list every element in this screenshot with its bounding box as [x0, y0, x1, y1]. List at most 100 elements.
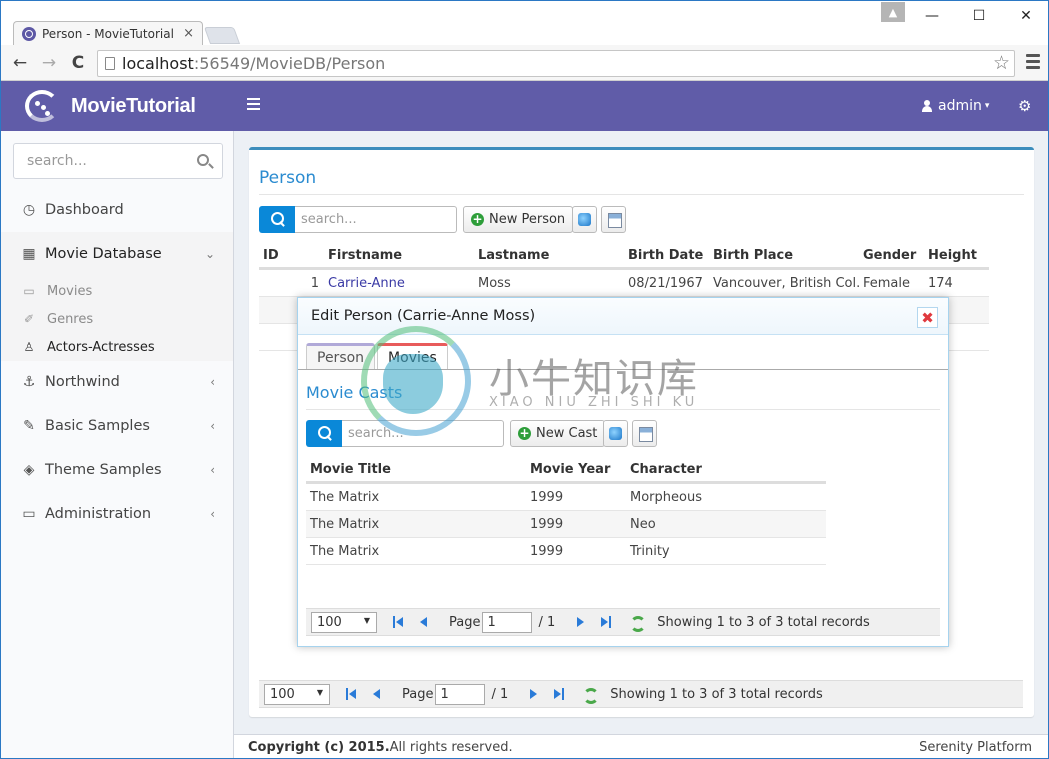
search-button[interactable] — [306, 420, 342, 447]
pin-icon: ✐ — [23, 312, 35, 326]
next-page-icon[interactable] — [575, 616, 587, 628]
dialog-header[interactable]: Edit Person (Carrie-Anne Moss) ✖ — [298, 298, 948, 335]
caret-down-icon: ▾ — [984, 101, 990, 111]
bookmark-star-icon[interactable]: ☆ — [993, 52, 1010, 74]
first-page-icon[interactable] — [346, 688, 358, 700]
cell-gender: Female — [863, 275, 911, 291]
column-header-id[interactable]: ID — [259, 248, 324, 263]
cast-search-input[interactable]: search... — [342, 420, 504, 447]
sidebar-search-input[interactable]: search... — [13, 143, 223, 179]
new-tab-button[interactable] — [203, 27, 241, 44]
refresh-button[interactable] — [572, 206, 597, 233]
table-row[interactable]: The Matrix 1999 Neo — [306, 511, 826, 538]
close-window-button[interactable]: ✕ — [1003, 1, 1048, 31]
last-page-icon[interactable] — [599, 616, 612, 628]
minimize-button[interactable]: — — [909, 1, 955, 31]
reload-button[interactable]: C — [67, 52, 89, 74]
address-bar[interactable]: localhost:56549/MovieDB/Person ☆ — [97, 50, 1015, 77]
column-picker-button[interactable] — [632, 420, 657, 447]
page-size-select[interactable]: 100 — [264, 683, 330, 705]
search-button[interactable] — [259, 206, 295, 233]
diamond-icon: ◈ — [23, 462, 35, 478]
refresh-button[interactable] — [603, 420, 628, 447]
column-header-character[interactable]: Character — [626, 462, 826, 477]
title-bar: Person - MovieTutorial × ▲ — ☐ ✕ — [1, 1, 1048, 46]
cell-id: 1 — [310, 275, 319, 291]
profile-icon[interactable]: ▲ — [881, 2, 905, 22]
sidebar-search-placeholder: search... — [27, 153, 87, 169]
column-header-movie-title[interactable]: Movie Title — [306, 462, 526, 477]
last-page-icon[interactable] — [552, 688, 565, 700]
maximize-button[interactable]: ☐ — [956, 1, 1002, 31]
sidebar-item-dashboard[interactable]: ◷ Dashboard — [1, 188, 233, 232]
sidebar-item-administration[interactable]: ▭ Administration ‹ — [1, 492, 233, 536]
browser-menu-icon[interactable] — [1026, 54, 1040, 72]
browser-tab[interactable]: Person - MovieTutorial × — [13, 21, 203, 46]
column-header-birth-place[interactable]: Birth Place — [709, 248, 859, 263]
tab-close-icon[interactable]: × — [183, 26, 194, 41]
anchor-icon: ⚓ — [22, 374, 36, 390]
table-row[interactable]: 1 Carrie-Anne Moss 08/21/1967 Vancouver,… — [259, 270, 989, 297]
page-size-select[interactable]: 100 — [311, 611, 377, 633]
app-name: MovieTutorial — [71, 94, 196, 117]
chevron-down-icon: ⌄ — [204, 247, 215, 261]
reload-icon[interactable] — [582, 687, 600, 704]
sidebar-item-northwind[interactable]: ⚓ Northwind ‹ — [1, 360, 233, 404]
search-input[interactable]: search... — [295, 206, 457, 233]
cell-character: Neo — [630, 516, 656, 532]
column-header-firstname[interactable]: Firstname — [324, 248, 474, 263]
maximize-icon: ☐ — [972, 8, 986, 24]
pager-info: Showing 1 to 3 of 3 total records — [610, 686, 823, 702]
page-number-input[interactable]: 1 — [435, 683, 486, 705]
sidebar-subitem-movies[interactable]: ▭ Movies — [1, 277, 233, 305]
back-arrow-icon: ← — [12, 53, 28, 73]
next-page-icon[interactable] — [528, 688, 540, 700]
table-row[interactable]: The Matrix 1999 Morpheous — [306, 484, 826, 511]
cell-movie-title: The Matrix — [310, 489, 380, 505]
minimize-icon: — — [925, 8, 939, 24]
new-person-button[interactable]: + New Person — [463, 206, 574, 233]
column-header-birth-date[interactable]: Birth Date — [624, 248, 709, 263]
firstname-link[interactable]: Carrie-Anne — [328, 276, 405, 291]
sidebar-item-theme-samples[interactable]: ◈ Theme Samples ‹ — [1, 448, 233, 492]
column-header-height[interactable]: Height — [924, 248, 989, 263]
page-title: Person — [259, 168, 317, 188]
new-cast-button[interactable]: + New Cast — [510, 420, 606, 447]
grid-header-row: Movie Title Movie Year Character — [306, 458, 826, 484]
app-header: MovieTutorial admin ▾ ⚙ — [1, 81, 1048, 131]
column-header-gender[interactable]: Gender — [859, 248, 924, 263]
page-number-value: 1 — [440, 686, 449, 702]
dialog-close-button[interactable]: ✖ — [917, 307, 938, 328]
sidebar-item-basic-samples[interactable]: ✎ Basic Samples ‹ — [1, 404, 233, 448]
settings-gears-icon[interactable]: ⚙ — [1018, 97, 1031, 115]
edit-person-dialog: Edit Person (Carrie-Anne Moss) ✖ Person … — [297, 297, 949, 647]
chevron-left-icon: ‹ — [210, 419, 215, 433]
column-header-lastname[interactable]: Lastname — [474, 248, 624, 263]
column-picker-button[interactable] — [601, 206, 626, 233]
app-logo[interactable]: MovieTutorial — [23, 88, 196, 124]
prev-page-icon[interactable] — [370, 688, 382, 700]
tab-movies[interactable]: Movies — [377, 343, 448, 370]
chevron-left-icon: ‹ — [210, 463, 215, 477]
url-host: localhost — [122, 54, 194, 73]
sidebar-subitem-genres[interactable]: ✐ Genres — [1, 305, 233, 333]
user-menu[interactable]: admin ▾ — [922, 98, 989, 114]
prev-page-icon[interactable] — [417, 616, 429, 628]
first-page-icon[interactable] — [393, 616, 405, 628]
cast-pager: 100 Page 1 / 1 Showing 1 to 3 of 3 total… — [306, 608, 940, 636]
tab-person[interactable]: Person — [306, 343, 376, 370]
cell-character: Morpheous — [630, 489, 702, 505]
sidebar-toggle-icon[interactable] — [247, 98, 260, 113]
table-row[interactable]: The Matrix 1999 Trinity — [306, 538, 826, 565]
back-button[interactable]: ← — [9, 52, 31, 74]
sidebar-subitem-actors[interactable]: ♙ Actors-Actresses — [1, 333, 233, 361]
column-header-movie-year[interactable]: Movie Year — [526, 462, 626, 477]
reload-icon[interactable] — [629, 615, 647, 632]
film-icon: ▦ — [22, 246, 36, 262]
forward-button[interactable]: → — [38, 52, 60, 74]
page-number-input[interactable]: 1 — [482, 611, 533, 633]
search-icon[interactable] — [197, 154, 209, 166]
sidebar-item-label: Northwind — [45, 374, 120, 390]
favicon-icon — [22, 27, 36, 41]
sidebar-item-movie-database[interactable]: ▦ Movie Database ⌄ — [1, 232, 233, 276]
